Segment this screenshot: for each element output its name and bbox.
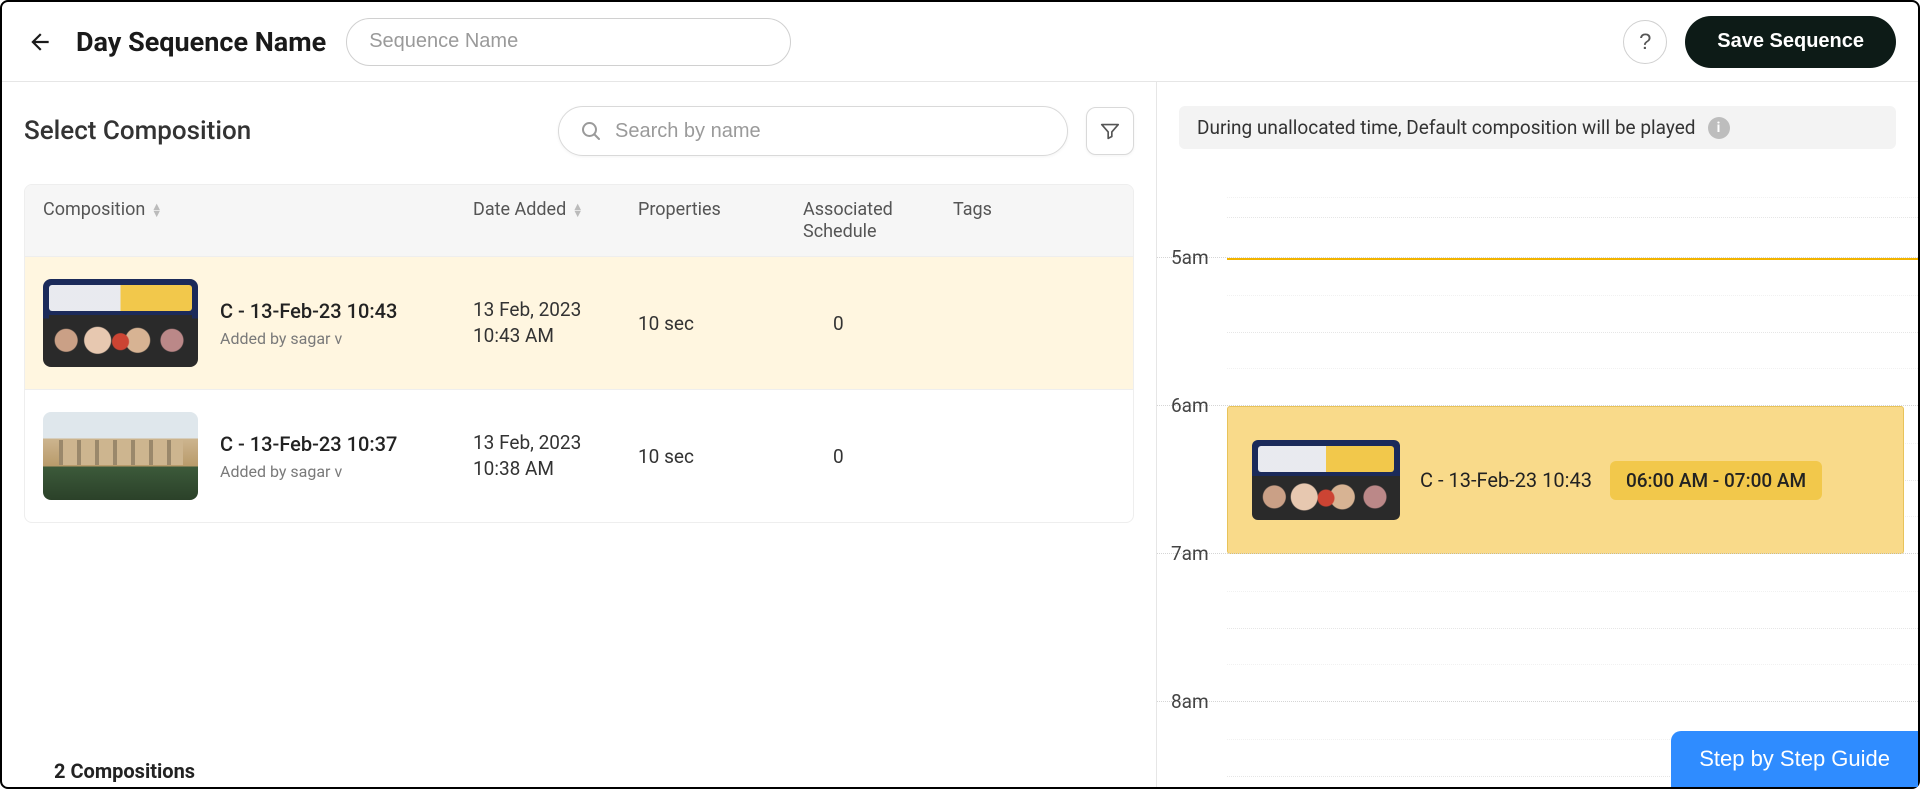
hour-row: 5am <box>1157 257 1918 405</box>
info-icon: i <box>1708 117 1730 139</box>
table-row[interactable]: C - 13-Feb-23 10:37 Added by sagar v 13 Fe… <box>25 389 1133 522</box>
hour-row: 7am <box>1157 553 1918 701</box>
cell-associated-schedule: 0 <box>803 312 953 335</box>
info-banner-text: During unallocated time, Default composi… <box>1197 116 1696 139</box>
composition-name: C - 13-Feb-23 10:43 <box>220 299 397 323</box>
col-header-date-added[interactable]: Date Added▲▼ <box>473 199 638 242</box>
cell-properties: 10 sec <box>638 445 803 468</box>
event-thumbnail <box>1252 440 1400 520</box>
main: Select Composition Composition▲▼ Date Ad… <box>2 82 1918 787</box>
table-row[interactable]: C - 13-Feb-23 10:43 Added by sagar v 13 Fe… <box>25 256 1133 389</box>
help-button[interactable]: ? <box>1623 20 1667 64</box>
timeline[interactable]: 5am 6am C - 13-Feb-23 10:43 06:00 AM - 0… <box>1157 177 1918 787</box>
header: Day Sequence Name ? Save Sequence <box>2 2 1918 82</box>
composition-name: C - 13-Feb-23 10:37 <box>220 432 397 456</box>
col-header-tags: Tags <box>953 199 1115 242</box>
select-composition-title: Select Composition <box>24 116 251 146</box>
save-sequence-button[interactable]: Save Sequence <box>1685 16 1896 68</box>
composition-table: Composition▲▼ Date Added▲▼ Properties As… <box>24 184 1134 523</box>
step-by-step-guide-button[interactable]: Step by Step Guide <box>1671 731 1918 787</box>
cell-properties: 10 sec <box>638 312 803 335</box>
event-name: C - 13-Feb-23 10:43 <box>1420 468 1592 492</box>
hour-label: 6am <box>1171 394 1209 417</box>
sequence-name-input[interactable] <box>346 18 791 66</box>
composition-count: 2 Compositions <box>24 749 225 787</box>
composition-thumbnail <box>43 412 198 500</box>
page-title: Day Sequence Name <box>76 26 326 58</box>
hour-row: 6am C - 13-Feb-23 10:43 06:00 AM - 07:00… <box>1157 405 1918 553</box>
composition-thumbnail <box>43 279 198 367</box>
hour-row-pre <box>1157 177 1918 257</box>
unallocated-info-banner: During unallocated time, Default composi… <box>1179 106 1896 149</box>
left-toolbar: Select Composition <box>24 106 1134 156</box>
composition-added-by: Added by sagar v <box>220 462 397 481</box>
sort-icon: ▲▼ <box>151 203 162 217</box>
composition-list-pane: Select Composition Composition▲▼ Date Ad… <box>2 82 1157 787</box>
table-header: Composition▲▼ Date Added▲▼ Properties As… <box>25 185 1133 256</box>
back-button[interactable] <box>24 26 56 58</box>
arrow-left-icon <box>27 29 53 55</box>
sort-icon: ▲▼ <box>572 203 583 217</box>
cell-associated-schedule: 0 <box>803 445 953 468</box>
hour-label: 7am <box>1171 542 1209 565</box>
filter-button[interactable] <box>1086 107 1134 155</box>
hour-label: 5am <box>1171 246 1209 269</box>
composition-added-by: Added by sagar v <box>220 329 397 348</box>
hour-label: 8am <box>1171 690 1209 713</box>
event-time-badge: 06:00 AM - 07:00 AM <box>1610 461 1822 500</box>
search-input[interactable] <box>615 120 1047 143</box>
scheduled-event[interactable]: C - 13-Feb-23 10:43 06:00 AM - 07:00 AM <box>1227 406 1904 554</box>
timeline-pane: During unallocated time, Default composi… <box>1157 82 1918 787</box>
search-field-wrap[interactable] <box>558 106 1068 156</box>
col-header-associated-schedule: Associated Schedule <box>803 199 953 242</box>
cell-date-added: 13 Feb, 202310:43 AM <box>473 297 638 350</box>
col-header-composition[interactable]: Composition▲▼ <box>43 199 473 242</box>
search-icon <box>579 119 603 143</box>
filter-icon <box>1099 120 1121 142</box>
col-header-properties: Properties <box>638 199 803 242</box>
cell-date-added: 13 Feb, 202310:38 AM <box>473 430 638 483</box>
